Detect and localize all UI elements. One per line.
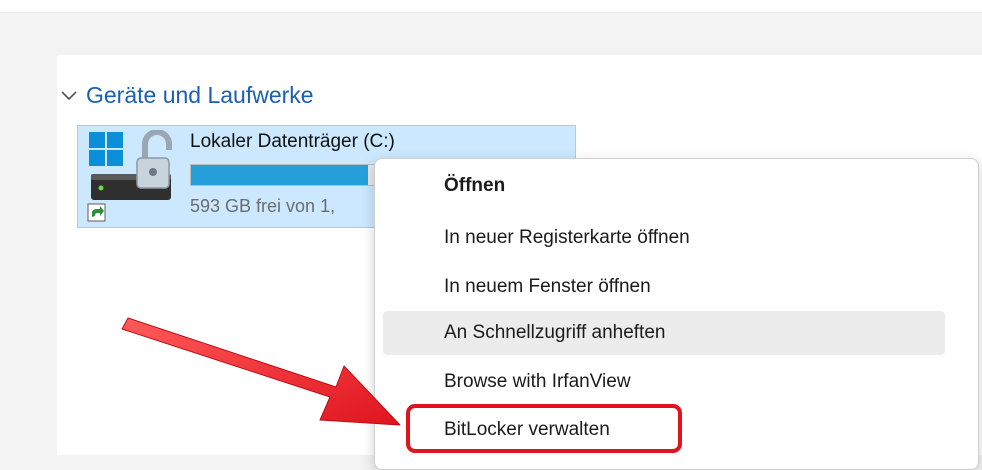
group-header[interactable]: Geräte und Laufwerke xyxy=(58,80,314,110)
shortcut-arrow-icon xyxy=(87,203,106,222)
unlocked-padlock-icon xyxy=(136,130,172,189)
menu-item-browse-irfanview[interactable]: Browse with IrfanView xyxy=(383,360,945,404)
drive-free-space: 593 GB frei von 1, xyxy=(190,196,336,216)
drive-name: Lokaler Datenträger (C:) xyxy=(190,131,395,152)
group-header-label: Geräte und Laufwerke xyxy=(86,81,314,108)
menu-item-open-new-tab[interactable]: In neuer Registerkarte öffnen xyxy=(383,216,945,260)
title-bar xyxy=(0,0,982,13)
drive-usage-fill xyxy=(191,165,368,185)
highlight-box xyxy=(406,404,682,453)
windows-drive-icon xyxy=(87,130,172,222)
menu-item-open[interactable]: Öffnen xyxy=(383,164,945,208)
menu-item-pin-quick-access[interactable]: An Schnellzugriff anheften xyxy=(383,311,945,355)
menu-item-open-new-window[interactable]: In neuem Fenster öffnen xyxy=(383,265,945,309)
chevron-down-icon[interactable] xyxy=(58,84,80,106)
